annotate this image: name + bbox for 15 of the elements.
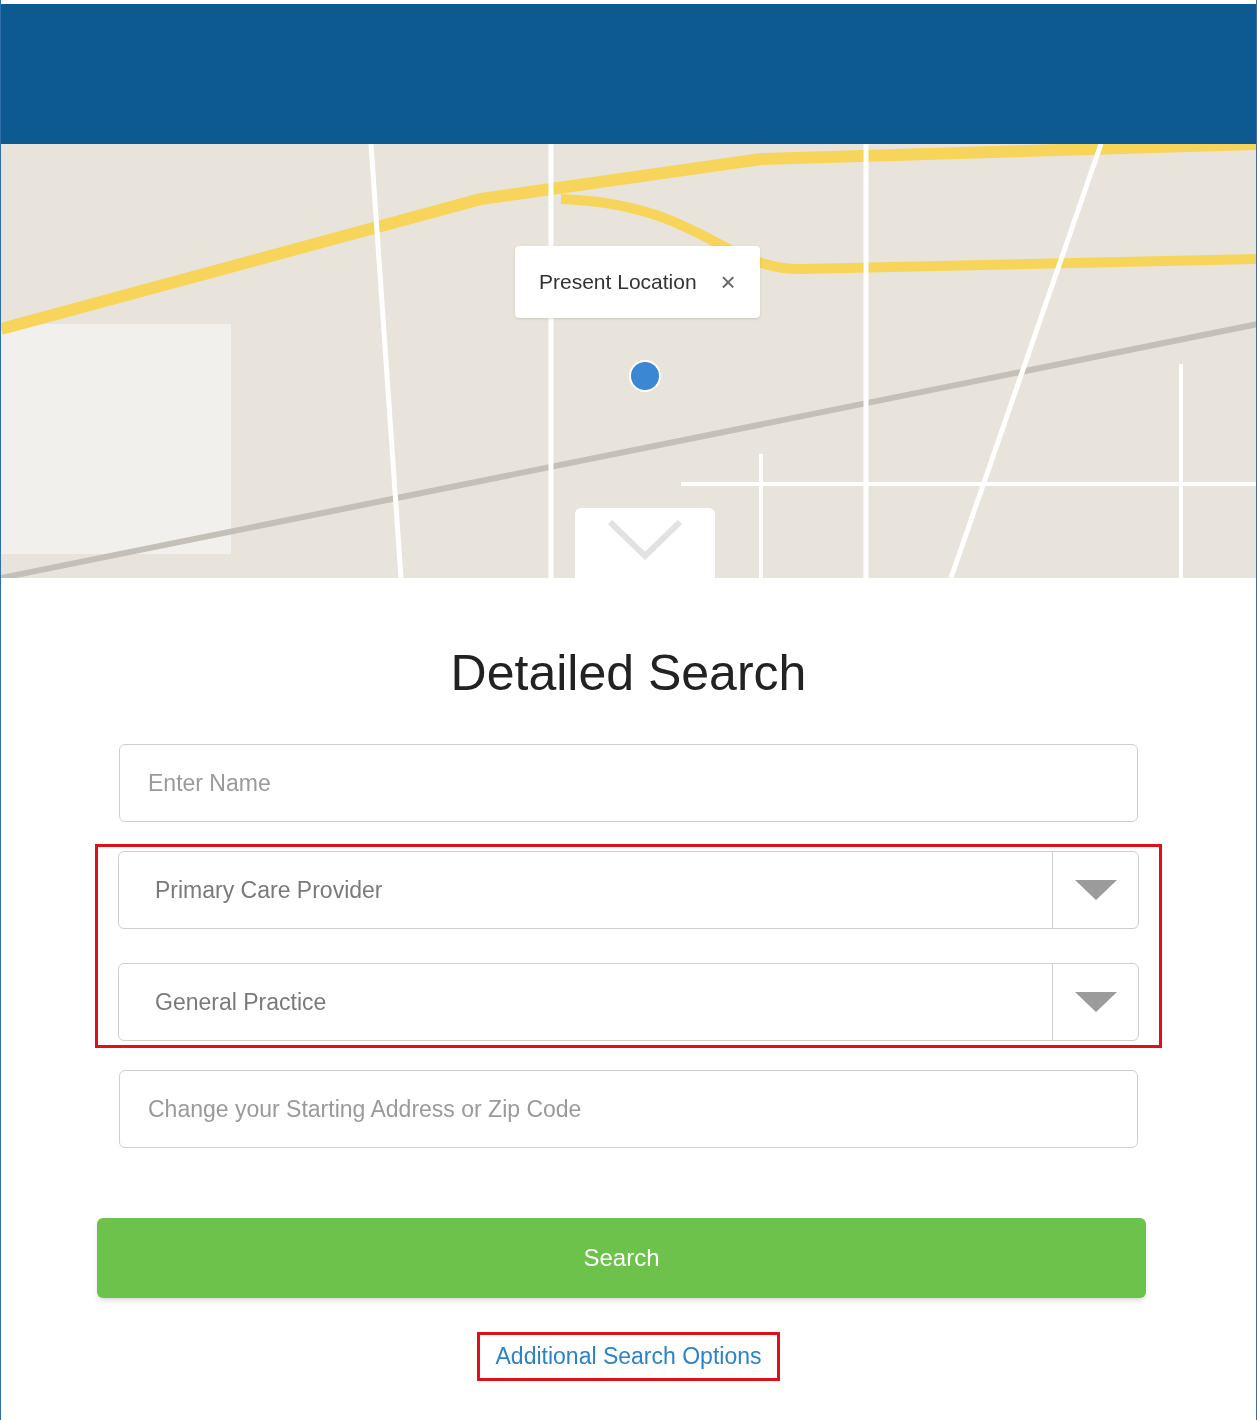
search-button[interactable]: Search xyxy=(97,1218,1146,1298)
dropdown[interactable]: General Practice xyxy=(118,963,1139,1041)
dropdown[interactable]: Primary Care Provider xyxy=(118,851,1139,929)
page-title: Detailed Search xyxy=(449,648,808,698)
popup-label: Present Location xyxy=(539,269,697,295)
collapse-tab[interactable] xyxy=(575,508,715,578)
dropdown-value: General Practice xyxy=(154,987,328,1017)
close-button[interactable]: × xyxy=(720,268,736,295)
text-field[interactable]: Enter Name xyxy=(119,744,1138,822)
dropdown-value: Primary Care Provider xyxy=(154,875,384,905)
additional-options-link[interactable]: Additional Search Options xyxy=(476,1332,781,1381)
text-field[interactable]: Change your Starting Address or Zip Code xyxy=(119,1070,1138,1148)
caret-icon xyxy=(1074,992,1117,1012)
chevron-down-icon xyxy=(608,520,682,560)
caret-icon xyxy=(1074,880,1117,900)
